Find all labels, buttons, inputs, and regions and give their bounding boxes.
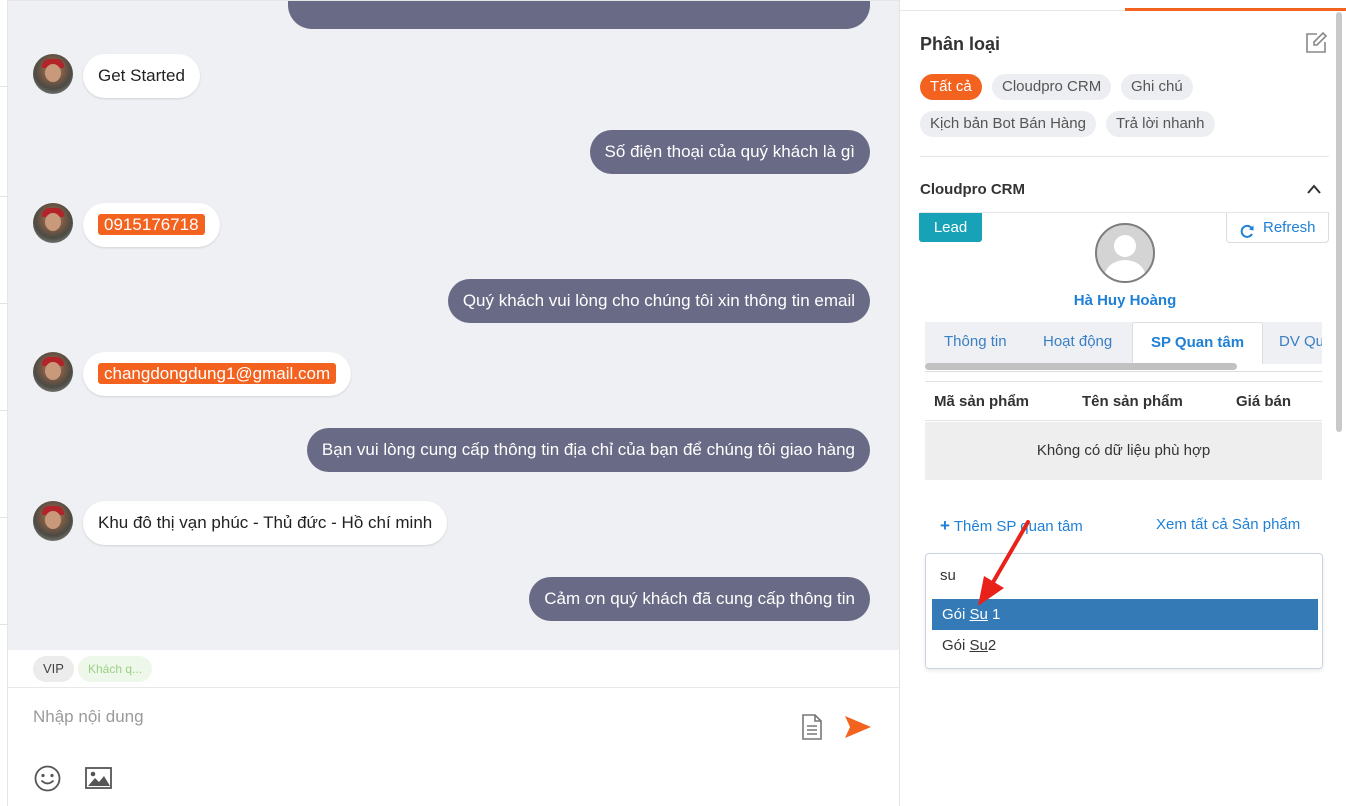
tab-interested-services[interactable]: DV Quan tâm	[1279, 322, 1322, 364]
contact-avatar	[1095, 223, 1155, 283]
column-header[interactable]: Mã sản phẩm	[934, 393, 1029, 410]
message-outgoing: Quý khách vui lòng cho chúng tôi xin thô…	[447, 279, 870, 323]
tab-activity[interactable]: Hoạt động	[1043, 322, 1112, 364]
tab-interested-products[interactable]: SP Quan tâm	[1132, 322, 1264, 364]
chat-thread[interactable]: Get Started Số điện thoại của quý khách …	[8, 0, 899, 650]
divider	[0, 410, 8, 411]
divider	[920, 156, 1329, 157]
phone-highlight[interactable]: 0915176718	[98, 214, 205, 235]
option-prefix: Gói	[942, 637, 970, 654]
message-text: Khu đô thị vạn phúc - Thủ đức - Hồ chí m…	[98, 513, 433, 532]
message-outgoing: Số điện thoại của quý khách là gì	[589, 130, 870, 174]
option-suffix: 2	[987, 637, 997, 654]
message-outgoing: Cảm ơn quý khách đã cung cấp thông tin	[529, 577, 870, 621]
tabs-scrollbar[interactable]	[925, 363, 1237, 370]
add-interested-product-link[interactable]: + Thêm SP quan tâm	[940, 516, 1083, 536]
email-highlight[interactable]: changdongdung1@gmail.com	[98, 363, 337, 384]
chip-quick-reply[interactable]: Trả lời nhanh	[1106, 111, 1215, 137]
send-icon[interactable]	[844, 715, 872, 744]
classify-title: Phân loại	[920, 34, 1001, 54]
customer-avatar	[33, 203, 73, 243]
chip-cloudpro-crm[interactable]: Cloudpro CRM	[992, 74, 1112, 100]
crm-side-panel: Phân loại Tất cả Cloudpro CRM Ghi chú Kị…	[899, 0, 1346, 806]
customer-avatar	[33, 501, 73, 541]
product-search-input[interactable]	[940, 565, 1300, 585]
customer-avatar	[33, 352, 73, 392]
file-icon[interactable]	[801, 714, 823, 745]
crm-section-title: Cloudpro CRM	[920, 181, 1025, 198]
contact-name[interactable]: Hà Huy Hoàng	[1000, 292, 1250, 309]
message-incoming: 0915176718	[83, 203, 220, 247]
message-outgoing-partial	[288, 1, 870, 29]
column-header[interactable]: Giá bán	[1236, 393, 1291, 410]
refresh-label: Refresh	[1263, 219, 1316, 236]
divider	[0, 624, 8, 625]
message-incoming: changdongdung1@gmail.com	[83, 352, 352, 396]
panel-scrollbar[interactable]	[1336, 12, 1342, 432]
tag-khach[interactable]: Khách q...	[78, 656, 153, 682]
table-empty-message: Không có dữ liệu phù hợp	[925, 422, 1322, 480]
option-suffix: 1	[987, 606, 1001, 623]
message-outgoing: Bạn vui lòng cung cấp thông tin địa chỉ …	[306, 428, 870, 472]
divider	[0, 303, 8, 304]
tab-info[interactable]: Thông tin	[944, 322, 1007, 364]
option-match: Su	[969, 606, 988, 623]
message-text: Quý khách vui lòng cho chúng tôi xin thô…	[462, 291, 855, 310]
divider	[0, 86, 8, 87]
column-header[interactable]: Tên sản phẩm	[1082, 393, 1183, 410]
emoji-icon[interactable]	[34, 765, 61, 797]
active-tab-indicator	[1125, 8, 1346, 11]
tag-vip[interactable]: VIP	[33, 656, 74, 682]
edit-icon[interactable]	[1305, 31, 1328, 59]
divider	[0, 517, 8, 518]
plus-icon: +	[940, 516, 950, 535]
app: Get Started Số điện thoại của quý khách …	[0, 0, 1346, 806]
message-composer	[8, 689, 899, 806]
chevron-up-icon[interactable]	[1306, 182, 1322, 200]
crm-tabs: Thông tin Hoạt động SP Quan tâm DV Quan …	[925, 322, 1322, 372]
message-text: Cảm ơn quý khách đã cung cấp thông tin	[544, 589, 855, 608]
refresh-button[interactable]: Refresh	[1226, 213, 1329, 243]
message-text: Số điện thoại của quý khách là gì	[604, 142, 855, 161]
dropdown-option[interactable]: Gói Su2	[932, 630, 1318, 661]
message-text: Bạn vui lòng cung cấp thông tin địa chỉ …	[321, 440, 855, 459]
image-icon[interactable]	[85, 767, 112, 794]
left-sidebar-edge	[0, 0, 8, 806]
customer-tags: VIP Khách q...	[8, 650, 899, 688]
dropdown-option[interactable]: Gói Su 1	[932, 599, 1318, 630]
add-link-label: Thêm SP quan tâm	[953, 518, 1083, 535]
chip-bot-script[interactable]: Kịch bản Bot Bán Hàng	[920, 111, 1096, 137]
products-table-header: Mã sản phẩm Tên sản phẩm Giá bán	[925, 381, 1322, 421]
message-input[interactable]	[33, 705, 773, 729]
refresh-icon	[1240, 220, 1255, 249]
view-all-products-link[interactable]: Xem tất cả Sản phẩm	[1156, 516, 1300, 533]
option-match: Su	[969, 637, 988, 654]
option-prefix: Gói	[942, 606, 970, 623]
customer-avatar	[33, 54, 73, 94]
message-incoming: Get Started	[83, 54, 200, 98]
message-incoming: Khu đô thị vạn phúc - Thủ đức - Hồ chí m…	[83, 501, 448, 545]
message-text: Get Started	[98, 66, 185, 85]
divider	[0, 196, 8, 197]
chip-notes[interactable]: Ghi chú	[1121, 74, 1193, 100]
lead-badge: Lead	[919, 213, 982, 242]
chip-all[interactable]: Tất cả	[920, 74, 982, 100]
product-search-dropdown: Gói Su 1 Gói Su2	[925, 553, 1323, 669]
